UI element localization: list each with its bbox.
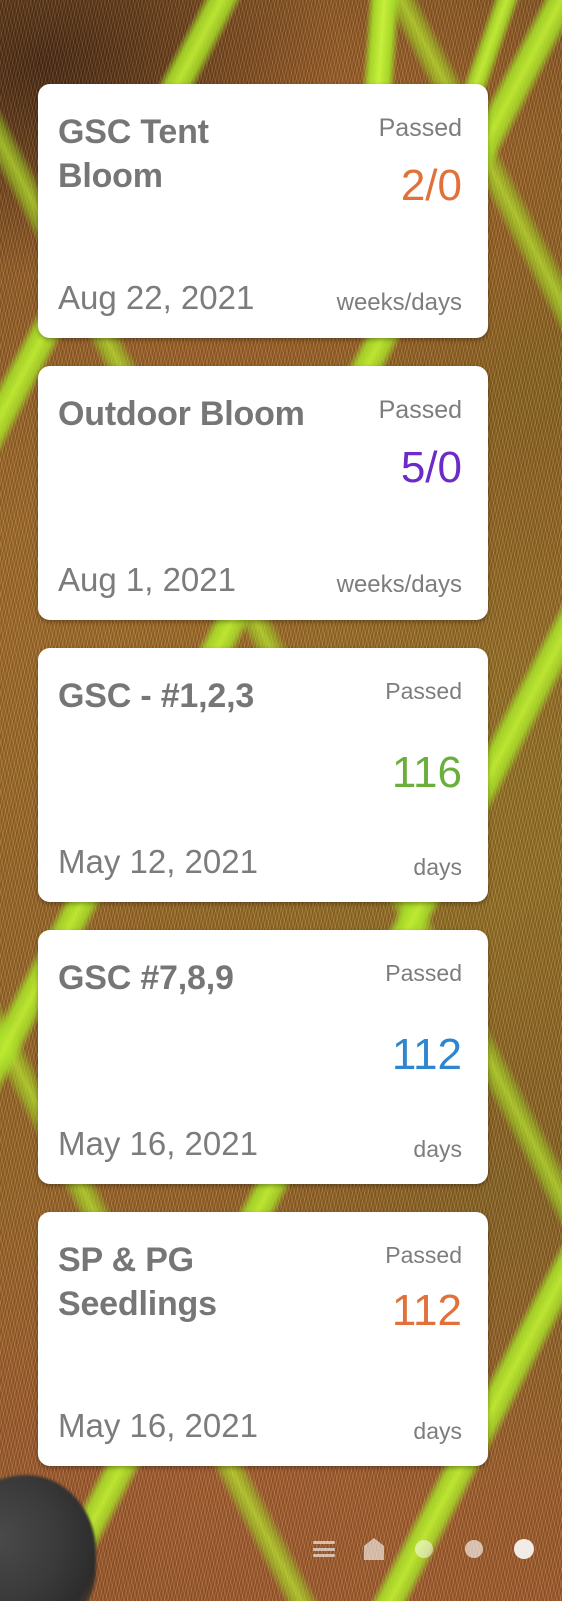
home-button[interactable] <box>350 1525 398 1573</box>
status-badge: Passed <box>378 396 462 424</box>
status-badge: Passed <box>385 678 462 704</box>
card-metrics: Passed 116 <box>322 674 462 796</box>
card-title: GSC #7,8,9 <box>58 959 234 997</box>
card-metrics: Passed 2/0 <box>322 110 462 209</box>
metric-unit: days <box>413 1417 462 1444</box>
card-date: May 16, 2021 <box>58 1406 258 1444</box>
metric-unit: weeks/days <box>336 570 462 598</box>
card-footer: May 16, 2021 days <box>58 1406 462 1444</box>
circle-dot-icon <box>514 1539 534 1559</box>
metric-value: 112 <box>391 1286 462 1336</box>
card-metrics: Passed 5/0 <box>322 392 462 491</box>
card-title: GSC - #1,2,3 <box>58 677 255 715</box>
metric-value: 116 <box>391 748 462 798</box>
card-title: Outdoor Bloom <box>58 395 305 433</box>
card-footer: May 16, 2021 days <box>58 1124 462 1162</box>
card-header: SP & PG Seedlings Passed 112 <box>58 1238 462 1334</box>
circle-dot-icon <box>465 1540 483 1558</box>
metric-value: 2/0 <box>400 160 462 210</box>
card-footer: May 12, 2021 days <box>58 842 462 880</box>
card-date: Aug 22, 2021 <box>58 278 255 316</box>
app-screen: GSC Tent Bloom Passed 2/0 Aug 22, 2021 w… <box>0 0 562 1601</box>
back-button[interactable] <box>400 1525 448 1573</box>
card-metrics: Passed 112 <box>322 1238 462 1334</box>
card-title: SP & PG Seedlings <box>58 1241 217 1324</box>
card-header: GSC Tent Bloom Passed 2/0 <box>58 110 462 209</box>
grow-card[interactable]: GSC Tent Bloom Passed 2/0 Aug 22, 2021 w… <box>38 84 488 338</box>
grow-card[interactable]: SP & PG Seedlings Passed 112 May 16, 202… <box>38 1212 488 1466</box>
nav-dot-active[interactable] <box>500 1525 548 1573</box>
home-icon <box>364 1538 384 1560</box>
metric-value: 5/0 <box>400 442 462 492</box>
card-metrics: Passed 112 <box>322 956 462 1078</box>
metric-unit: days <box>413 853 462 880</box>
nav-dot-secondary[interactable] <box>450 1525 498 1573</box>
status-badge: Passed <box>385 960 462 986</box>
card-footer: Aug 1, 2021 weeks/days <box>58 560 462 598</box>
grow-card-list: GSC Tent Bloom Passed 2/0 Aug 22, 2021 w… <box>0 0 562 1494</box>
card-date: May 16, 2021 <box>58 1124 258 1162</box>
metric-unit: weeks/days <box>336 288 462 316</box>
recents-icon <box>313 1541 335 1557</box>
android-navigation-bar <box>0 1497 562 1601</box>
card-header: GSC - #1,2,3 Passed 116 <box>58 674 462 796</box>
grow-card[interactable]: Outdoor Bloom Passed 5/0 Aug 1, 2021 wee… <box>38 366 488 620</box>
card-title: GSC Tent Bloom <box>58 113 209 196</box>
card-footer: Aug 22, 2021 weeks/days <box>58 278 462 316</box>
grow-card[interactable]: GSC - #1,2,3 Passed 116 May 12, 2021 day… <box>38 648 488 902</box>
card-date: May 12, 2021 <box>58 842 258 880</box>
card-header: Outdoor Bloom Passed 5/0 <box>58 392 462 491</box>
metric-unit: days <box>413 1135 462 1162</box>
circle-dot-icon <box>415 1540 433 1558</box>
recents-button[interactable] <box>300 1525 348 1573</box>
grow-card[interactable]: GSC #7,8,9 Passed 112 May 16, 2021 days <box>38 930 488 1184</box>
status-badge: Passed <box>385 1242 462 1268</box>
card-header: GSC #7,8,9 Passed 112 <box>58 956 462 1078</box>
status-badge: Passed <box>378 114 462 142</box>
metric-value: 112 <box>391 1030 462 1080</box>
card-date: Aug 1, 2021 <box>58 560 236 598</box>
